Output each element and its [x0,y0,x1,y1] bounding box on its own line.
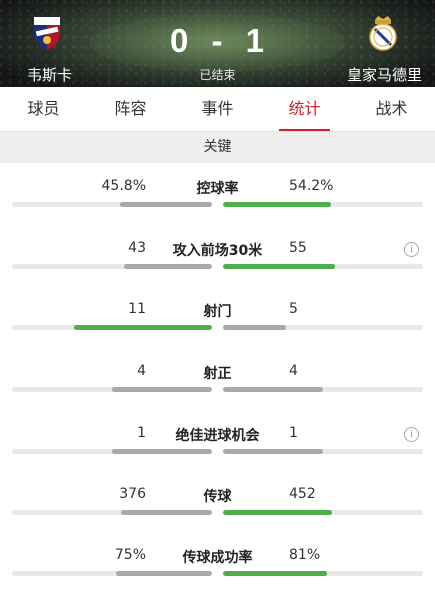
stat-bar-home-track [12,510,212,515]
tab-players[interactable]: 球员 [0,87,87,131]
stat-bar-home-track [12,387,212,392]
tab-stats[interactable]: 统计 [261,87,348,131]
stat-row-final-third-entries: 43 攻入前场30米 55 i [0,240,435,301]
stat-label: 控球率 [196,181,239,197]
tab-lineup[interactable]: 阵容 [87,87,174,131]
stat-bar-home-fill [124,264,212,269]
stat-bar-home-track [12,449,212,454]
stat-bar-away-fill [223,449,323,454]
stat-row-pass-accuracy: 75% 传球成功率 81% [0,547,435,608]
match-score: 0 - 1 [0,22,435,60]
stat-bar-home-track [12,571,212,576]
match-header: 韦斯卡 皇家马德里 0 - 1 已结束 [0,0,435,87]
stat-value-away: 81% [289,547,321,563]
stat-value-away: 1 [289,425,298,441]
info-icon[interactable]: i [404,427,419,442]
stat-bar-away-fill [223,510,332,515]
stat-row-big-chances: 1 绝佳进球机会 1 i [0,425,435,486]
section-header-key: 关键 [0,132,435,163]
stat-label: 传球成功率 [182,550,253,566]
stat-label: 射正 [203,366,232,382]
stat-label: 攻入前场30米 [172,243,263,259]
stat-label: 射门 [203,304,232,320]
stat-label: 传球 [203,489,232,505]
stat-row-possession: 45.8% 控球率 54.2% [0,178,435,239]
stat-row-shots-on-target: 4 射正 4 [0,363,435,424]
home-score: 0 [169,22,190,59]
info-icon[interactable]: i [404,242,419,257]
stat-bar-home-fill [74,325,212,330]
stat-bar-away-track [223,510,423,515]
stat-bar-home-track [12,264,212,269]
match-status: 已结束 [199,68,236,82]
stat-bar-home-fill [116,571,212,576]
stat-bar-away-track [223,387,423,392]
stat-bar-away-track [223,264,423,269]
stat-value-away: 5 [289,301,298,317]
stat-bar-away-fill [223,387,323,392]
stat-label: 绝佳进球机会 [175,428,260,444]
away-score: 1 [245,22,266,59]
stat-bar-home-track [12,202,212,207]
stat-bar-away-track [223,449,423,454]
stat-bar-home-fill [120,202,212,207]
stat-value-away: 55 [289,240,307,256]
stat-bar-away-fill [223,325,286,330]
stat-bar-home-fill [112,387,212,392]
score-separator: - [211,22,224,59]
stat-bar-away-track [223,325,423,330]
stat-bar-away-track [223,202,423,207]
tab-events[interactable]: 事件 [174,87,261,131]
stat-row-shots: 11 射门 5 [0,301,435,362]
stat-bar-home-fill [112,449,212,454]
tab-tactics[interactable]: 战术 [348,87,435,131]
stat-value-away: 54.2% [289,178,334,194]
stat-bar-away-fill [223,202,331,207]
stat-bar-home-fill [121,510,212,515]
stat-bar-away-fill [223,264,335,269]
stat-value-away: 4 [289,363,298,379]
stat-bar-home-track [12,325,212,330]
tab-bar: 球员 阵容 事件 统计 战术 [0,87,435,132]
stat-value-away: 452 [289,486,316,502]
stat-row-passes: 376 传球 452 [0,486,435,547]
stat-bar-away-fill [223,571,327,576]
stat-bar-away-track [223,571,423,576]
